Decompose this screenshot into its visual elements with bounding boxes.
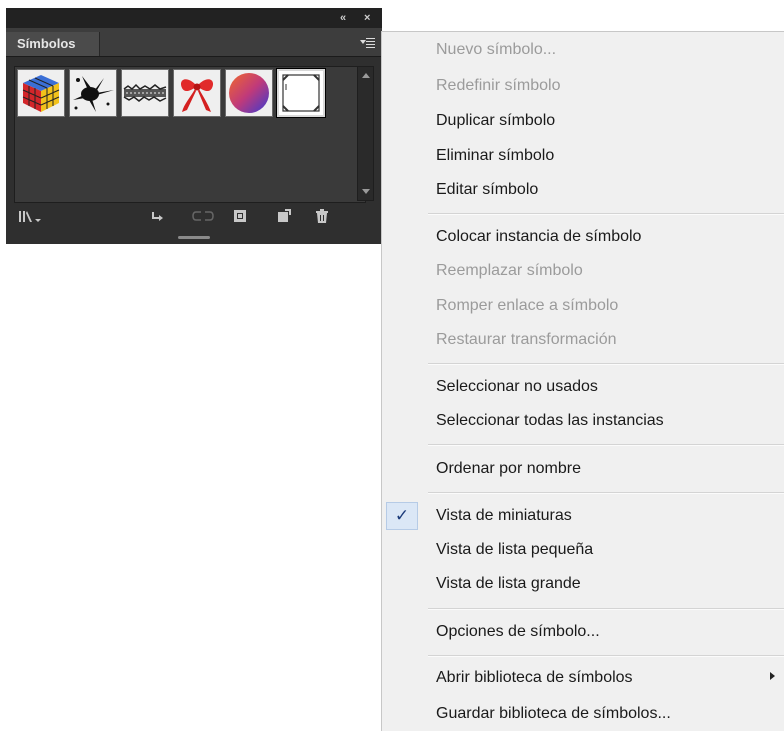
menu-item-redefinir-simbolo[interactable]: Redefinir símbolo [436,76,561,96]
scroll-down-icon[interactable] [362,189,370,194]
menu-item-colocar-instancia[interactable]: Colocar instancia de símbolo [436,227,641,247]
menu-item-abrir-biblioteca[interactable]: Abrir biblioteca de símbolos [436,668,633,688]
menu-item-seleccionar-todas-instancias[interactable]: Seleccionar todas las instancias [436,411,664,431]
delete-icon[interactable] [314,208,330,224]
menu-item-nuevo-simbolo[interactable]: Nuevo símbolo... [436,40,556,60]
menu-item-editar-simbolo[interactable]: Editar símbolo [436,180,538,200]
menu-item-reemplazar-simbolo[interactable]: Reemplazar símbolo [436,261,583,281]
menu-item-opciones-simbolo[interactable]: Opciones de símbolo... [436,622,600,642]
panel-flyout-menu: Nuevo símbolo... Redefinir símbolo Dupli… [381,31,784,731]
checkmark-icon: ✓ [386,502,418,530]
menu-separator [428,492,784,494]
panel-menu-icon[interactable] [360,36,376,50]
symbol-thumb-blank-frame[interactable] [276,68,326,118]
symbols-grid [14,66,366,203]
panel-titlebar: « × [6,8,382,28]
submenu-arrow-icon [770,672,775,680]
panel-tab-row: Símbolos [6,28,382,57]
menu-item-restaurar-transformacion[interactable]: Restaurar transformación [436,330,617,350]
close-panel-icon[interactable]: × [364,10,370,26]
menu-item-vista-lista-pequena[interactable]: Vista de lista pequeña [436,540,593,560]
menu-item-eliminar-simbolo[interactable]: Eliminar símbolo [436,146,554,166]
symbol-thumb-rubik-cube[interactable] [17,69,65,117]
place-instance-icon[interactable] [150,208,166,224]
symbol-thumb-grunge-stroke[interactable] [121,69,169,117]
symbols-panel: « × Símbolos [6,8,382,244]
menu-item-guardar-biblioteca[interactable]: Guardar biblioteca de símbolos... [436,704,671,724]
symbol-thumb-red-bow[interactable] [173,69,221,117]
menu-separator [428,213,784,215]
collapse-panel-icon[interactable]: « [340,10,346,26]
menu-separator [428,363,784,365]
break-link-icon[interactable] [191,208,215,224]
menu-item-romper-enlace[interactable]: Romper enlace a símbolo [436,296,618,316]
menu-item-seleccionar-no-usados[interactable]: Seleccionar no usados [436,377,598,397]
menu-item-duplicar-simbolo[interactable]: Duplicar símbolo [436,111,555,131]
panel-scrollbar[interactable] [357,66,374,201]
menu-separator [428,444,784,446]
menu-item-ordenar-por-nombre[interactable]: Ordenar por nombre [436,459,581,479]
menu-item-vista-lista-grande[interactable]: Vista de lista grande [436,574,581,594]
library-menu-icon[interactable] [18,208,42,224]
scroll-up-icon[interactable] [362,73,370,78]
panel-resize-grip[interactable] [178,236,210,239]
panel-footer [6,204,382,230]
menu-separator [428,608,784,610]
menu-item-vista-miniaturas[interactable]: Vista de miniaturas [436,506,572,526]
menu-separator [428,655,784,657]
symbol-thumb-ink-splat[interactable] [69,69,117,117]
tab-simbolos[interactable]: Símbolos [6,32,100,56]
symbol-options-icon[interactable] [232,208,248,224]
new-symbol-icon[interactable] [276,208,292,224]
symbol-thumb-gradient-sphere[interactable] [225,69,273,117]
